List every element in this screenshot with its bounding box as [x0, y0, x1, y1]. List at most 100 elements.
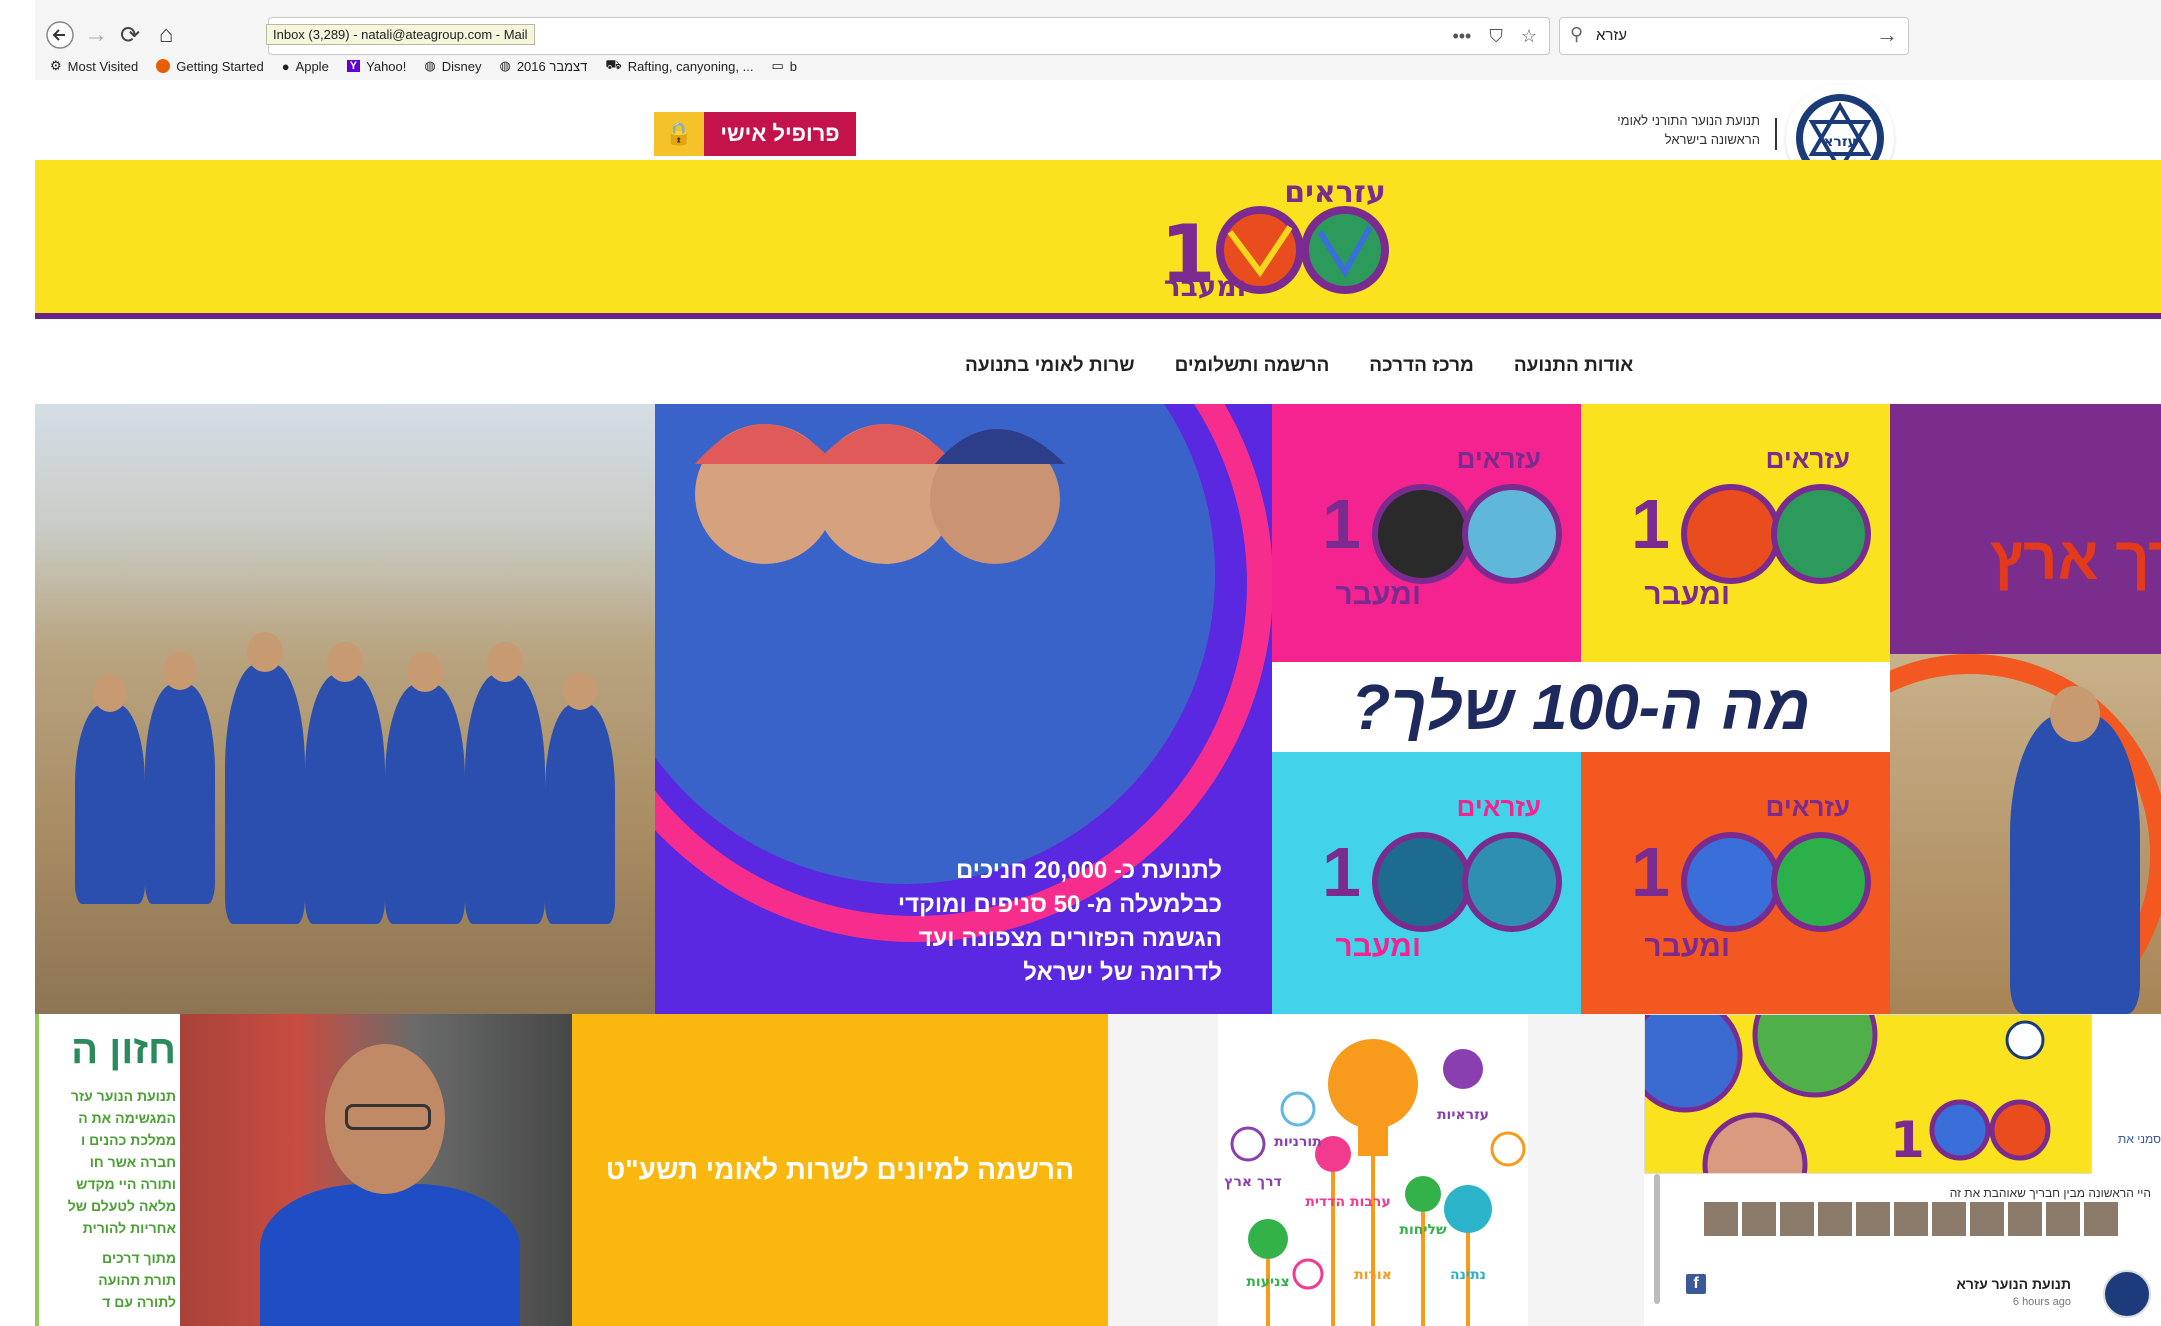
- search-icon: ⚲: [1570, 24, 1584, 44]
- value-label: תורניות: [1274, 1134, 1322, 1150]
- quadrant-word-bottom: ומעבר: [1335, 930, 1421, 963]
- bookmark-getting-started[interactable]: Getting Started: [156, 59, 264, 74]
- group-photo-head: [407, 652, 443, 692]
- facebook-like-label[interactable]: סמני את: [2118, 1132, 2161, 1146]
- registration-text: הרשמה למיונים לשרות לאומי תשע"ט: [605, 1154, 1074, 1185]
- facebook-post-time: 6 hours ago: [2012, 1296, 2071, 1308]
- facebook-page-avatar[interactable]: [2103, 1270, 2151, 1318]
- gear-icon: ⚙: [50, 58, 62, 73]
- quadrant-word-top: עזראים: [1456, 444, 1541, 474]
- bookmark-most-visited[interactable]: ⚙ Most Visited: [50, 58, 138, 74]
- vision-line: המגשימה את ה: [78, 1110, 176, 1126]
- home-icon: ⌂: [158, 21, 174, 48]
- forward-button[interactable]: →: [79, 18, 113, 52]
- campaign-word-top: עזראים: [1284, 175, 1386, 210]
- video-speaker-body: [260, 1184, 520, 1326]
- facebook-cover: 1: [1644, 1014, 2092, 1218]
- tab-tooltip: Inbox (3,289) - natali@ateagroup.com - M…: [266, 24, 535, 45]
- landscape-photo-tile[interactable]: בדרך ארץ: [1890, 404, 2161, 1014]
- vision-tile[interactable]: חזון ה תנועת הנוער עזר המגשימה את ה ממלכ…: [35, 1014, 184, 1326]
- lock-icon: 🔒: [654, 112, 704, 156]
- group-photo-figure: [145, 684, 215, 904]
- nav-item-about[interactable]: אודות התנועה: [1514, 355, 1633, 377]
- value-label: אורות: [1354, 1267, 1392, 1283]
- hero-caption-line: לתנועת כ- 20,000 חניכים: [955, 857, 1222, 884]
- landscape-figure: [2010, 714, 2140, 1014]
- forward-arrow-icon: →: [84, 21, 108, 48]
- more-actions-icon[interactable]: •••: [1452, 26, 1471, 47]
- avatar[interactable]: [1894, 1202, 1928, 1236]
- avatar[interactable]: [2084, 1202, 2118, 1236]
- values-lightbulbs-tile[interactable]: עזראיות תורניות דרך ארץ ערבות הדדית שליח…: [1108, 1014, 1644, 1326]
- vision-line: חברה אשר חו: [89, 1154, 176, 1170]
- avatar[interactable]: [2046, 1202, 2080, 1236]
- personal-profile-label: פרופיל אישי: [704, 112, 856, 156]
- group-photo-figure: [465, 674, 545, 924]
- group-photo-figure: [75, 704, 145, 904]
- bookmark-star-icon[interactable]: ☆: [1521, 26, 1537, 47]
- grid-quadrant-orange: 1 עזראים ומעבר: [1581, 752, 1890, 1014]
- avatar[interactable]: [1856, 1202, 1890, 1236]
- search-input[interactable]: ⚲ עזרא →: [1559, 17, 1909, 55]
- avatar[interactable]: [1742, 1202, 1776, 1236]
- facebook-widget[interactable]: 1 סמני את היי הראשונה מבין חבריך שאוהבת …: [1644, 1014, 2161, 1326]
- bookmark-rafting[interactable]: ⛟ Rafting, canyoning, ...: [605, 57, 753, 75]
- vision-line: אחריות להורית: [82, 1220, 176, 1236]
- bookmark-folder-b[interactable]: ▭ b: [771, 58, 797, 74]
- girls-photo-tile[interactable]: לתנועת כ- 20,000 חניכים כבלמעלה מ- 50 סנ…: [655, 404, 1272, 1014]
- bookmark-yahoo[interactable]: Y Yahoo!: [346, 59, 406, 74]
- video-tile[interactable]: [180, 1014, 572, 1326]
- bookmark-december-2016[interactable]: ◍ 2016 דצמבר: [499, 58, 587, 74]
- car-icon: ⛟: [605, 57, 622, 72]
- avatar[interactable]: [1704, 1202, 1738, 1236]
- bookmark-apple[interactable]: ● Apple: [282, 59, 329, 74]
- facebook-friend-avatars: [1704, 1202, 2118, 1236]
- quadrant-circle: [1372, 832, 1472, 932]
- back-button[interactable]: [43, 18, 77, 52]
- search-go-icon[interactable]: →: [1876, 22, 1898, 48]
- group-photo-tile[interactable]: [35, 404, 655, 1014]
- avatar[interactable]: [1818, 1202, 1852, 1236]
- campaign-100-logo[interactable]: עזראים 1 ומעבר: [1130, 172, 1400, 303]
- group-photo-head: [563, 672, 597, 710]
- campaign-word-bottom: ומעבר: [1164, 270, 1246, 302]
- vision-line: מלאה לטעלם של: [67, 1198, 176, 1214]
- quadrant-circle: [1462, 484, 1562, 584]
- facebook-icon[interactable]: f: [1686, 1274, 1706, 1294]
- avatar[interactable]: [1780, 1202, 1814, 1236]
- value-label: ערבות הדדית: [1305, 1194, 1390, 1210]
- group-photo-head: [163, 652, 197, 690]
- avatar[interactable]: [2008, 1202, 2042, 1236]
- grid-quadrant-yellow: 1 עזראים ומעבר: [1581, 404, 1890, 662]
- facebook-post-author[interactable]: תנועת הנוער עזרא: [1956, 1276, 2071, 1292]
- quadrant-circle: [1771, 832, 1871, 932]
- yahoo-icon: Y: [346, 60, 361, 72]
- globe-icon: ◍: [424, 58, 436, 73]
- home-button[interactable]: ⌂: [149, 18, 183, 52]
- pocket-icon[interactable]: ⛉: [1489, 26, 1503, 47]
- avatar[interactable]: [1970, 1202, 2004, 1236]
- landscape-text: בדרך ארץ: [1990, 525, 2161, 592]
- value-label: שליחות: [1399, 1222, 1447, 1238]
- vision-line: תנועת הנוער עזר: [70, 1088, 176, 1104]
- scrollbar[interactable]: [1654, 1174, 1660, 1304]
- org-tagline: תנועת הנוער התורני לאומי: [1617, 113, 1760, 128]
- avatar[interactable]: [1932, 1202, 1966, 1236]
- reload-button[interactable]: ⟳: [113, 18, 147, 52]
- landscape-head: [2050, 686, 2100, 742]
- nav-item-national-service[interactable]: שרות לאומי בתנועה: [965, 355, 1135, 377]
- bookmarks-bar: ⚙ Most Visited Getting Started ● Apple Y Ya…: [50, 56, 797, 76]
- nav-item-training-center[interactable]: מרכז הדרכה: [1369, 355, 1474, 377]
- quadrant-digit: 1: [1322, 485, 1361, 563]
- quadrant-word-bottom: ומעבר: [1335, 578, 1421, 611]
- value-label: צניעות: [1246, 1274, 1289, 1290]
- vision-title: חזון ה: [71, 1028, 176, 1072]
- campaign-grid-tile[interactable]: 1 עזראים ומעבר 1 עזראים ומעבר מה ה-100 ש…: [1272, 404, 1890, 1014]
- hero-caption: לתנועת כ- 20,000 חניכים כבלמעלה מ- 50 סנ…: [898, 854, 1222, 990]
- personal-profile-button[interactable]: 🔒 פרופיל אישי: [654, 112, 856, 156]
- national-service-registration-tile[interactable]: הרשמה למיונים לשרות לאומי תשע"ט: [572, 1014, 1108, 1326]
- nav-item-registration[interactable]: הרשמה ותשלומים: [1175, 355, 1330, 377]
- group-photo-figure: [545, 704, 615, 924]
- vision-line: ממלכת כהנים ו: [81, 1132, 176, 1148]
- bookmark-disney[interactable]: ◍ Disney: [424, 58, 481, 74]
